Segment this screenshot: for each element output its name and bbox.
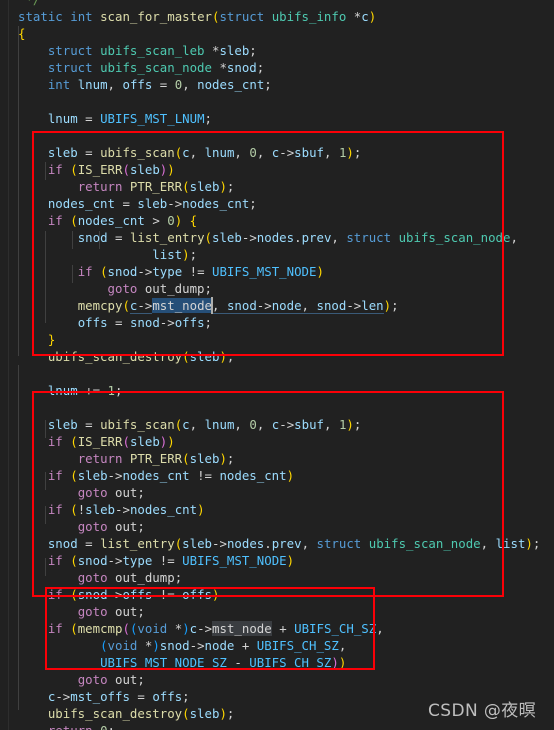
code-line[interactable] xyxy=(0,365,554,382)
code-line[interactable]: int lnum, offs = 0, nodes_cnt; xyxy=(0,76,554,93)
code-line[interactable]: goto out_dump; xyxy=(0,280,554,297)
code-line[interactable]: } xyxy=(0,331,554,348)
code-line[interactable]: lnum = UBIFS_MST_LNUM; xyxy=(0,110,554,127)
selected-text[interactable]: mst_node xyxy=(152,298,212,313)
code-line[interactable]: struct ubifs_scan_node *snod; xyxy=(0,59,554,76)
code-line[interactable]: goto out; xyxy=(0,484,554,501)
code-line[interactable]: list); xyxy=(0,246,554,263)
code-line[interactable]: if (memcmp((void *)c->mst_node + UBIFS_C… xyxy=(0,620,554,637)
code-editor-screenshot: */ static int scan_for_master(struct ubi… xyxy=(0,0,554,730)
code-line[interactable] xyxy=(0,127,554,144)
code-line[interactable]: if (snod->offs != offs) xyxy=(0,586,554,603)
code-line[interactable]: UBIFS_MST_NODE_SZ - UBIFS_CH_SZ)) xyxy=(0,654,554,671)
code-line[interactable]: if (IS_ERR(sleb)) xyxy=(0,433,554,450)
code-line[interactable]: if (IS_ERR(sleb)) xyxy=(0,161,554,178)
code-line[interactable]: return 0; xyxy=(0,722,554,730)
code-line[interactable]: goto out; xyxy=(0,518,554,535)
code-line[interactable] xyxy=(0,399,554,416)
code-line[interactable]: goto out; xyxy=(0,671,554,688)
code-line[interactable]: sleb = ubifs_scan(c, lnum, 0, c->sbuf, 1… xyxy=(0,416,554,433)
occurrence-highlight[interactable]: mst_node xyxy=(212,621,272,636)
code-line[interactable]: memcpy(c->mst_node, snod->node, snod->le… xyxy=(0,297,554,314)
code-line[interactable]: if (sleb->nodes_cnt != nodes_cnt) xyxy=(0,467,554,484)
code-line[interactable]: sleb = ubifs_scan(c, lnum, 0, c->sbuf, 1… xyxy=(0,144,554,161)
code-line[interactable]: (void *)snod->node + UBIFS_CH_SZ, xyxy=(0,637,554,654)
code-lines[interactable]: */ static int scan_for_master(struct ubi… xyxy=(0,0,554,730)
code-line[interactable]: snod = list_entry(sleb->nodes.prev, stru… xyxy=(0,229,554,246)
code-line[interactable]: nodes_cnt = sleb->nodes_cnt; xyxy=(0,195,554,212)
code-line[interactable]: snod = list_entry(sleb->nodes.prev, stru… xyxy=(0,535,554,552)
editor-canvas[interactable]: */ static int scan_for_master(struct ubi… xyxy=(0,0,554,730)
code-line[interactable]: */ xyxy=(0,0,554,8)
csdn-watermark: CSDN @夜暝 xyxy=(428,701,537,721)
code-line[interactable]: return PTR_ERR(sleb); xyxy=(0,178,554,195)
code-line[interactable]: { xyxy=(0,25,554,42)
code-line[interactable]: return PTR_ERR(sleb); xyxy=(0,450,554,467)
code-line[interactable]: static int scan_for_master(struct ubifs_… xyxy=(0,8,554,25)
code-line[interactable] xyxy=(0,93,554,110)
code-line[interactable]: goto out; xyxy=(0,603,554,620)
comment-token: */ xyxy=(18,0,40,7)
code-line[interactable]: if (snod->type != UBIFS_MST_NODE) xyxy=(0,263,554,280)
code-line[interactable]: if (snod->type != UBIFS_MST_NODE) xyxy=(0,552,554,569)
code-line[interactable]: goto out_dump; xyxy=(0,569,554,586)
code-line[interactable]: lnum += 1; xyxy=(0,382,554,399)
code-line[interactable]: struct ubifs_scan_leb *sleb; xyxy=(0,42,554,59)
code-line[interactable]: if (nodes_cnt > 0) { xyxy=(0,212,554,229)
code-line[interactable]: ubifs_scan_destroy(sleb); xyxy=(0,348,554,365)
code-line[interactable]: offs = snod->offs; xyxy=(0,314,554,331)
code-line[interactable]: if (!sleb->nodes_cnt) xyxy=(0,501,554,518)
